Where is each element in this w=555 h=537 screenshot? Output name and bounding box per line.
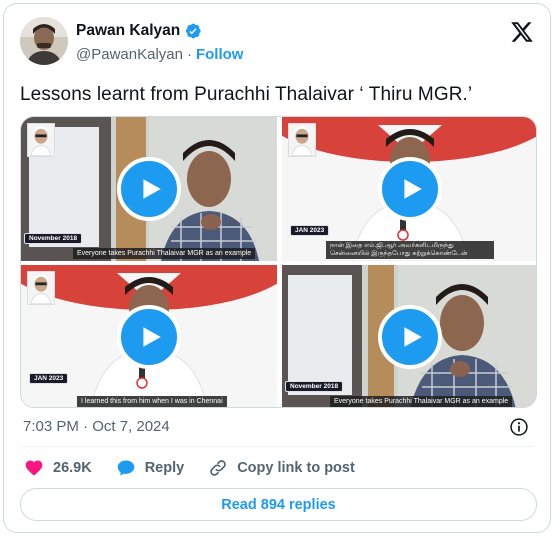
x-logo-icon[interactable]: [510, 20, 534, 44]
video-caption: Everyone takes Purachhi Thalaivar MGR as…: [330, 396, 513, 407]
verified-badge-icon: [186, 23, 201, 39]
tweet-text: Lessons learnt from Purachhi Thalaivar ‘…: [20, 84, 473, 105]
date-tag: JAN 2023: [29, 373, 69, 384]
read-replies-button[interactable]: Read 894 replies: [20, 488, 537, 521]
tweet-timestamp[interactable]: 7:03 PM · Oct 7, 2024: [23, 418, 170, 435]
reply-button[interactable]: Reply: [116, 458, 185, 478]
like-count: 26.9K: [53, 460, 92, 476]
play-icon: [143, 327, 161, 347]
date-tag: November 2018: [285, 381, 344, 392]
separator-dot: ·: [186, 46, 192, 63]
play-icon: [143, 179, 161, 199]
play-button[interactable]: [378, 305, 442, 369]
copy-link-label: Copy link to post: [237, 460, 355, 476]
author-name[interactable]: Pawan Kalyan: [76, 22, 180, 40]
video-caption: I learned this from him when I was in Ch…: [77, 396, 227, 407]
like-button[interactable]: 26.9K: [24, 458, 92, 478]
date-tag: JAN 2023: [290, 225, 330, 236]
video-tile-3[interactable]: JAN 2023 I learned this from him when I …: [21, 265, 277, 407]
play-icon: [404, 179, 422, 199]
info-icon[interactable]: [509, 417, 529, 437]
mgr-portrait-thumbnail: [27, 123, 55, 157]
video-tile-2[interactable]: JAN 2023 நான் இதை எம்.ஜி.ஆர் அவர்களிடமிர…: [282, 117, 536, 261]
copy-link-button[interactable]: Copy link to post: [208, 458, 355, 478]
reply-bubble-icon: [117, 460, 135, 476]
video-tile-4[interactable]: November 2018 Everyone takes Purachhi Th…: [282, 265, 536, 407]
media-grid: November 2018 Everyone takes Purachhi Th…: [20, 116, 537, 408]
video-caption: Everyone takes Purachhi Thalaivar MGR as…: [73, 248, 256, 259]
author-handle[interactable]: @PawanKalyan: [76, 46, 183, 63]
divider: [20, 446, 534, 447]
date-tag: November 2018: [24, 233, 83, 244]
reply-label: Reply: [144, 460, 185, 476]
mgr-portrait-thumbnail: [288, 123, 316, 157]
heart-icon: [25, 460, 43, 476]
follow-button[interactable]: Follow: [196, 46, 244, 63]
avatar[interactable]: [20, 17, 68, 65]
play-button[interactable]: [117, 157, 181, 221]
play-icon: [404, 327, 422, 347]
play-button[interactable]: [117, 305, 181, 369]
author-handle-row: @PawanKalyan · Follow: [76, 46, 243, 63]
play-button[interactable]: [378, 157, 442, 221]
video-caption: நான் இதை எம்.ஜி.ஆர் அவர்களிடமிருந்து சென…: [326, 241, 494, 259]
video-tile-1[interactable]: November 2018 Everyone takes Purachhi Th…: [21, 117, 277, 261]
mgr-portrait-thumbnail: [27, 271, 55, 305]
action-bar: 26.9K Reply Copy link to post: [24, 456, 379, 480]
author-name-row: Pawan Kalyan: [76, 22, 202, 40]
link-icon: [210, 460, 226, 476]
tweet-card: Pawan Kalyan @PawanKalyan · Follow Lesso…: [3, 3, 551, 533]
